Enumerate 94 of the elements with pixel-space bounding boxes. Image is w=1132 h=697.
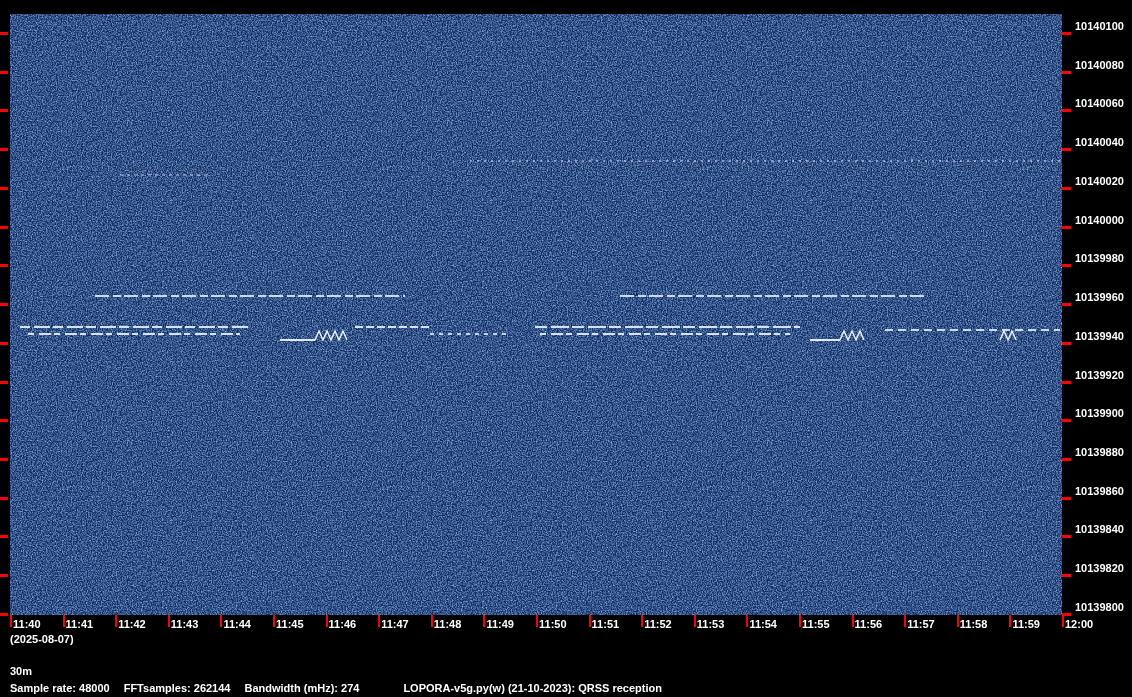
tick-mark <box>1062 148 1071 152</box>
frequency-label: 10140020 <box>1075 174 1124 188</box>
time-label: 11:42 <box>118 618 146 631</box>
tick-mark <box>1062 32 1071 35</box>
tick-mark <box>273 615 275 627</box>
tick-mark <box>430 615 433 627</box>
tick-mark <box>378 615 381 627</box>
time-label: 11:51 <box>591 618 620 631</box>
tick-mark <box>641 615 644 627</box>
frequency-label: 10139980 <box>1075 252 1124 266</box>
tick-mark <box>1062 186 1071 190</box>
frequency-label: 10140040 <box>1075 136 1124 150</box>
time-label: 11:45 <box>276 618 304 631</box>
time-label: 11:58 <box>959 618 988 631</box>
tick-mark <box>0 535 8 539</box>
tick-mark <box>0 32 8 35</box>
time-label: 11:46 <box>328 618 357 631</box>
tick-mark <box>220 615 223 627</box>
tick-mark <box>10 615 12 627</box>
tick-mark <box>536 615 538 627</box>
tick-mark <box>0 612 8 616</box>
time-label: 11:40 <box>13 618 41 631</box>
tick-mark <box>0 186 8 190</box>
tick-mark <box>1062 496 1071 500</box>
frequency-label: 10139900 <box>1075 407 1124 421</box>
frequency-label: 10140060 <box>1075 97 1124 111</box>
time-label: 11:53 <box>696 618 725 631</box>
frequency-label: 10139820 <box>1075 562 1124 576</box>
tick-mark <box>1062 70 1071 74</box>
tick-mark <box>483 615 486 627</box>
tick-mark <box>0 264 8 268</box>
tick-mark <box>588 615 591 627</box>
frequency-label: 10140000 <box>1075 213 1124 227</box>
frequency-label: 10139920 <box>1075 368 1124 382</box>
date-label: (2025-08-07) <box>10 633 75 646</box>
frequency-label: 10140080 <box>1075 58 1124 72</box>
tick-mark <box>0 303 8 307</box>
tick-mark <box>746 615 749 627</box>
frequency-label: 10139840 <box>1075 523 1124 537</box>
frequency-label: 10140100 <box>1075 20 1124 33</box>
time-label: 11:48 <box>433 618 462 631</box>
tick-mark <box>1009 615 1012 627</box>
info-text: FFTsamples: 262144 <box>123 682 231 695</box>
frequency-label: 10139960 <box>1075 291 1124 305</box>
info-text: Bandwidth (mHz): 274 <box>244 682 360 695</box>
frequency-label: 10139800 <box>1075 600 1124 614</box>
tick-mark <box>115 615 118 627</box>
tick-mark <box>1062 535 1071 539</box>
tick-mark <box>1062 341 1071 345</box>
time-label: 11:49 <box>486 618 514 631</box>
tick-mark <box>1062 264 1071 268</box>
frequency-label: 10139860 <box>1075 484 1124 498</box>
time-label: 11:43 <box>170 618 199 631</box>
tick-mark <box>799 615 801 627</box>
tick-mark <box>0 225 8 229</box>
time-label: 11:50 <box>539 618 567 631</box>
tick-mark <box>0 70 8 74</box>
tick-mark <box>0 496 8 500</box>
time-label: 11:57 <box>907 618 935 631</box>
tick-mark <box>325 615 328 627</box>
tick-mark <box>1062 225 1071 229</box>
tick-mark <box>62 615 65 627</box>
tick-mark <box>904 615 907 627</box>
info-text: Sample rate: 48000 <box>10 682 110 695</box>
tick-mark <box>693 615 696 627</box>
info-text: LOPORA-v5g.py(w) (21-10-2023): QRSS reception <box>403 682 662 695</box>
tick-mark <box>1062 574 1071 578</box>
tick-mark <box>0 109 8 113</box>
tick-mark <box>1062 458 1071 461</box>
band-label: 30m <box>10 665 34 678</box>
tick-mark <box>1062 419 1071 423</box>
time-label: 11:55 <box>802 618 830 631</box>
tick-mark <box>851 615 854 627</box>
time-label: 11:59 <box>1012 618 1040 631</box>
time-label: 11:47 <box>381 618 409 631</box>
tick-mark <box>0 341 8 345</box>
tick-mark <box>0 148 8 152</box>
tick-mark <box>956 615 959 627</box>
tick-mark <box>1062 380 1071 384</box>
time-label: 11:52 <box>644 618 672 631</box>
tick-mark <box>167 615 170 627</box>
tick-mark <box>0 419 8 423</box>
tick-mark <box>1062 303 1071 307</box>
tick-mark <box>1062 109 1071 113</box>
tick-mark <box>0 458 8 461</box>
tick-mark <box>0 380 8 384</box>
time-label: 11:56 <box>854 618 883 631</box>
time-label: 11:41 <box>65 618 94 631</box>
frequency-label: 10139940 <box>1075 329 1124 343</box>
tick-mark <box>0 574 8 578</box>
time-label: 11:44 <box>223 618 251 631</box>
frequency-label: 10139880 <box>1075 446 1124 459</box>
time-label: 12:00 <box>1065 618 1094 631</box>
time-label: 11:54 <box>749 618 777 631</box>
